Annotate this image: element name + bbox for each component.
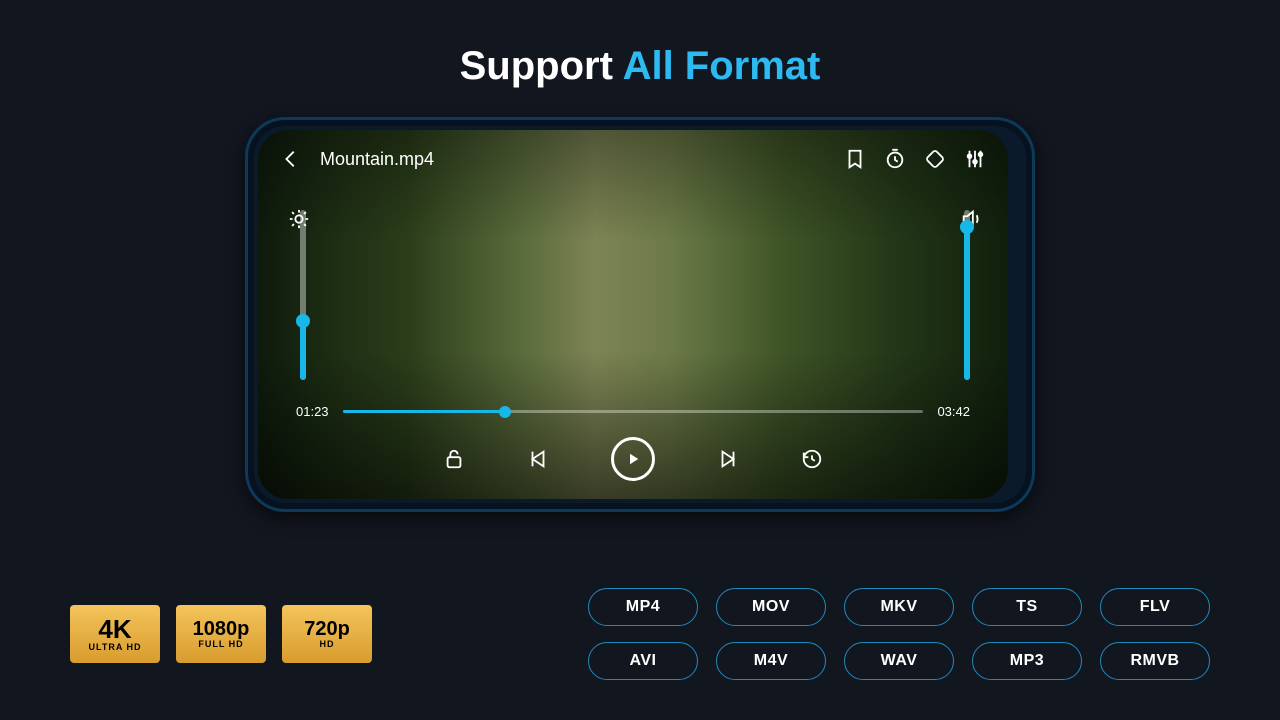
badge-1080p: 1080p FULL HD [176,605,266,663]
rotate-icon[interactable] [924,148,946,170]
phone-mockup: Mountain.mp4 01:23 [245,117,1035,512]
seek-bar: 01:23 03:42 [296,404,970,419]
brightness-slider[interactable] [300,210,306,380]
timer-icon[interactable] [884,148,906,170]
format-chip: FLV [1100,588,1210,626]
volume-thumb[interactable] [960,220,974,234]
volume-slider[interactable] [964,210,970,380]
bottom-section: 4K ULTRA HD 1080p FULL HD 720p HD MP4 MO… [0,588,1280,680]
back-icon[interactable] [280,148,302,170]
format-chip: TS [972,588,1082,626]
equalizer-icon[interactable] [964,148,986,170]
format-chip: RMVB [1100,642,1210,680]
format-chip: MP3 [972,642,1082,680]
duration: 03:42 [937,404,970,419]
history-icon[interactable] [801,448,823,470]
volume-fill [964,227,970,380]
page-title: Support All Format [0,0,1280,89]
badge-720p: 720p HD [282,605,372,663]
format-chip: MP4 [588,588,698,626]
badge-4k: 4K ULTRA HD [70,605,160,663]
format-chip: WAV [844,642,954,680]
bookmark-icon[interactable] [844,148,866,170]
current-time: 01:23 [296,404,329,419]
format-chip: MOV [716,588,826,626]
brightness-thumb[interactable] [296,314,310,328]
title-part1: Support [460,44,613,88]
player-controls [258,437,1008,481]
title-part2: All Format [623,44,821,88]
seek-fill [343,410,506,413]
video-screen: Mountain.mp4 01:23 [258,130,1008,499]
format-chip: MKV [844,588,954,626]
format-chip: AVI [588,642,698,680]
player-topbar: Mountain.mp4 [280,148,986,170]
lock-icon[interactable] [443,448,465,470]
brightness-icon [288,208,310,230]
seek-thumb[interactable] [499,406,511,418]
quality-badges: 4K ULTRA HD 1080p FULL HD 720p HD [70,605,372,663]
format-grid: MP4 MOV MKV TS FLV AVI M4V WAV MP3 RMVB [588,588,1210,680]
format-chip: M4V [716,642,826,680]
brightness-fill [300,321,306,381]
play-button[interactable] [611,437,655,481]
top-actions [844,148,986,170]
next-icon[interactable] [717,448,739,470]
previous-icon[interactable] [527,448,549,470]
seek-track[interactable] [343,410,924,413]
video-filename: Mountain.mp4 [320,149,434,170]
